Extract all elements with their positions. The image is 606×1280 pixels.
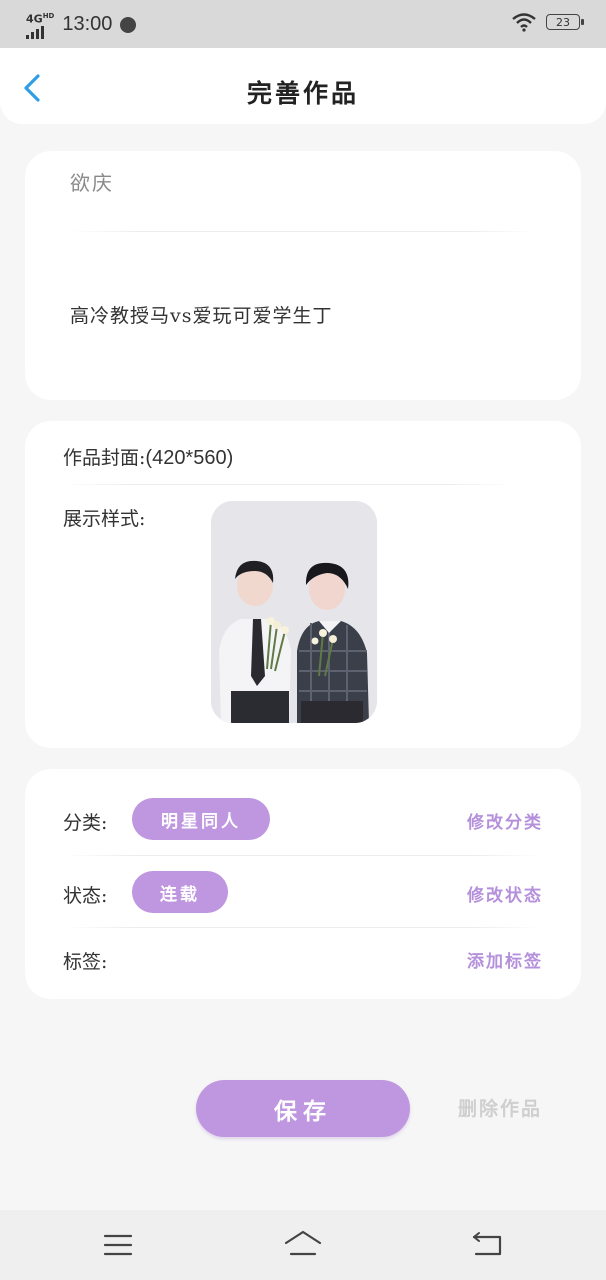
status-left: 4GHD 13:00	[26, 11, 137, 39]
cover-label: 作品封面:(420*560)	[63, 443, 233, 470]
cover-label-text: 作品封面:	[63, 447, 146, 469]
delete-work-button[interactable]: 删除作品	[458, 1094, 542, 1121]
display-style-label: 展示样式:	[63, 508, 146, 530]
divider	[63, 855, 543, 856]
cover-image[interactable]	[211, 501, 377, 723]
network-indicator: 4GHD	[26, 11, 54, 39]
clock: 13:00	[62, 13, 113, 36]
category-label: 分类:	[63, 812, 108, 834]
category-chip[interactable]: 明星同人	[132, 798, 270, 840]
page-title: 完善作品	[246, 79, 359, 108]
divider	[70, 231, 536, 232]
edit-status-button[interactable]: 修改状态	[467, 881, 543, 906]
edit-category-button[interactable]: 修改分类	[467, 808, 543, 833]
signal-icon	[26, 25, 44, 39]
back-icon[interactable]	[468, 1228, 508, 1262]
divider	[63, 484, 513, 485]
wifi-icon	[512, 13, 536, 32]
status-bar: 4GHD 13:00 23	[0, 0, 606, 48]
network-hd: HD	[42, 12, 55, 20]
divider	[63, 927, 543, 928]
battery-icon: 23	[546, 14, 584, 30]
tags-label: 标签:	[63, 951, 108, 973]
app-header: 完善作品	[0, 48, 606, 124]
battery-level: 23	[556, 16, 570, 29]
notification-app-icon	[120, 16, 137, 33]
work-name-input[interactable]: 欲庆	[70, 167, 114, 196]
home-icon[interactable]	[283, 1228, 323, 1262]
status-right: 23	[512, 12, 584, 32]
status-label: 状态:	[63, 885, 108, 907]
add-tag-button[interactable]: 添加标签	[467, 947, 543, 972]
work-synopsis-input[interactable]: 高冷教授马vs爱玩可爱学生丁	[70, 301, 333, 328]
system-nav-bar	[0, 1210, 606, 1280]
work-info-card: 欲庆 高冷教授马vs爱玩可爱学生丁	[25, 151, 581, 400]
cover-size: (420*560)	[145, 447, 234, 469]
cover-photo-illustration	[211, 501, 377, 723]
meta-card: 分类: 明星同人 修改分类 状态: 连载 修改状态 标签: 添加标签	[25, 769, 581, 999]
status-chip[interactable]: 连载	[132, 871, 228, 913]
cover-card: 作品封面:(420*560) 展示样式:	[25, 421, 581, 748]
menu-icon[interactable]	[98, 1228, 138, 1262]
save-button[interactable]: 保存	[196, 1080, 410, 1137]
